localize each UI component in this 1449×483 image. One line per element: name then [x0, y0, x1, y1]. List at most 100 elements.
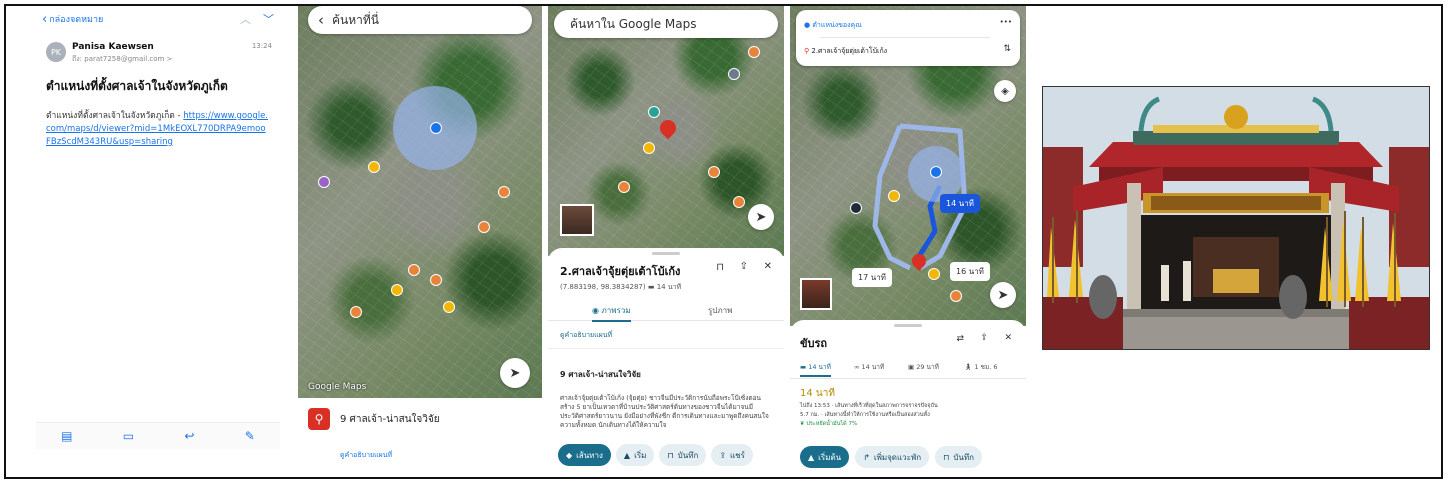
my-location-button[interactable]: ➤: [500, 358, 530, 388]
mail-subject: ตำแหน่งที่ตั้งศาลเจ้าในจังหวัดภูเก็ต: [46, 79, 228, 93]
temple-pin[interactable]: [368, 161, 380, 173]
compose-icon[interactable]: ✎: [245, 429, 255, 443]
bookmark-icon[interactable]: ⊓: [716, 262, 724, 273]
temple-pin[interactable]: [408, 264, 420, 276]
car-icon: ▬: [647, 283, 657, 291]
temple-pin[interactable]: [728, 68, 740, 80]
bookmark-icon: ⊓: [943, 452, 950, 462]
directions-button[interactable]: ◆ เส้นทาง: [558, 444, 611, 466]
temple-pin[interactable]: [391, 284, 403, 296]
map-pin-icon: ⚲: [308, 408, 330, 430]
sheet-tabs: ◉ ภาพรวม รูปภาพ: [548, 300, 784, 322]
destination-field[interactable]: ⚲ 2.ศาลเจ้าจุ้ยตุ่ยเต้าโบ้เก้ง: [804, 46, 994, 57]
close-icon[interactable]: ✕: [1004, 333, 1012, 343]
share-button[interactable]: ⇪ แชร์: [711, 444, 753, 466]
options-icon[interactable]: ⇄: [956, 334, 964, 344]
place-subtitle[interactable]: ดูคำอธิบายแผนที่: [340, 450, 392, 461]
travel-mode-tabs: ▬ 14 นาที ∞ 14 นาที ▣ 29 นาที 🚶︎ 1 ชม. 6: [790, 360, 1026, 379]
temple-pin[interactable]: [928, 268, 940, 280]
temple-pin[interactable]: [648, 106, 660, 118]
section-title: 9 ศาลเจ้า-น่าสนใจวิจัย: [560, 370, 641, 379]
recipient-line: ถึง: parat7258@gmail.com >: [72, 54, 172, 65]
route-label-alternate[interactable]: 17 นาที: [852, 268, 892, 287]
route-label-alternate[interactable]: 16 นาที: [950, 262, 990, 281]
temple-pin[interactable]: [350, 306, 362, 318]
back-chevron-icon[interactable]: ‹: [42, 12, 47, 27]
temple-pin[interactable]: [748, 46, 760, 58]
temple-pin[interactable]: [498, 186, 510, 198]
action-buttons: ▲ เริ่มต้น ↱ เพิ่มจุดแวะพัก ⊓ บันทึก: [800, 446, 982, 468]
place-list-item[interactable]: ⚲ 9 ศาลเจ้า-น่าสนใจวิจัย: [298, 402, 542, 442]
search-input[interactable]: ค้นหาที่นี่: [332, 11, 379, 30]
chevron-down-icon[interactable]: ﹀: [263, 11, 274, 27]
save-button[interactable]: ⊓ บันทึก: [659, 444, 707, 466]
origin-field[interactable]: ● ตำแหน่งของคุณ: [804, 20, 994, 31]
back-label[interactable]: กล่องจดหมาย: [49, 12, 103, 26]
screenshot-frame: ‹ กล่องจดหมาย ︿ ﹀ PK Panisa Kaewsen 13:2…: [4, 4, 1443, 479]
to-address[interactable]: parat7258@gmail.com >: [84, 55, 172, 63]
map-description-link[interactable]: ดูคำอธิบายแผนที่: [560, 330, 612, 341]
place-name: 9 ศาลเจ้า-น่าสนใจวิจัย: [340, 414, 440, 425]
temple-pin[interactable]: [443, 301, 455, 313]
sender-row: PK Panisa Kaewsen 13:24 ถึง: parat7258@g…: [46, 42, 272, 68]
share-icon: ⇪: [719, 450, 727, 460]
route-details: ไปถึง 13:53 · เส้นทางที่เร็วที่สุดในสภาพ…: [800, 402, 1014, 429]
sheet-handle[interactable]: [894, 324, 922, 327]
temple-pin[interactable]: [430, 274, 442, 286]
start-label: เริ่ม: [634, 450, 647, 460]
route-duration: 14 นาที: [800, 388, 835, 399]
sheet-title: ขับรถ: [800, 337, 828, 350]
my-location-button[interactable]: ➤: [748, 204, 774, 230]
directions-label: เส้นทาง: [576, 450, 603, 460]
more-options-icon[interactable]: •••: [1000, 18, 1012, 26]
archive-icon[interactable]: ▤: [61, 429, 72, 443]
map-search-panel: Google Maps ➤ ‹ ค้นหาที่นี่ ⚲ 9 ศาลเจ้า-…: [298, 6, 542, 477]
direction-inputs: ● ตำแหน่งของคุณ ••• ⚲ 2.ศาลเจ้าจุ้ยตุ่ยเ…: [796, 10, 1020, 66]
tab-overview[interactable]: ◉ ภาพรวม: [592, 304, 631, 322]
mail-nav-bar: ‹ กล่องจดหมาย ︿ ﹀: [42, 10, 274, 28]
mode-car-tab[interactable]: ▬ 14 นาที: [800, 362, 831, 377]
search-input[interactable]: ค้นหาใน Google Maps: [570, 15, 696, 34]
map-area[interactable]: ➤: [548, 6, 784, 256]
swap-icon[interactable]: ⇅: [1003, 44, 1011, 54]
temple-pin[interactable]: [318, 176, 330, 188]
temple-pin[interactable]: [478, 221, 490, 233]
mode-motorcycle-tab[interactable]: ∞ 14 นาที: [854, 362, 884, 372]
sheet-handle[interactable]: [652, 252, 680, 255]
mode-transit-tab[interactable]: ▣ 29 นาที: [908, 362, 939, 372]
reply-icon[interactable]: ↩: [184, 429, 194, 443]
temple-pin[interactable]: [618, 181, 630, 193]
coordinates: (7.883198, 98.3834287): [560, 283, 646, 291]
share-icon[interactable]: ⇪: [980, 333, 988, 343]
map-area[interactable]: Google Maps ➤: [298, 6, 542, 398]
temple-pin[interactable]: [850, 202, 862, 214]
close-icon[interactable]: ✕: [764, 261, 772, 272]
start-button[interactable]: ▲ เริ่ม: [615, 444, 655, 466]
my-location-button[interactable]: ➤: [990, 282, 1016, 308]
tab-photos[interactable]: รูปภาพ: [708, 304, 732, 317]
layers-button[interactable]: ◈: [994, 80, 1016, 102]
selected-place-pin[interactable]: [656, 116, 680, 140]
chevron-up-icon[interactable]: ︿: [240, 11, 251, 27]
folder-icon[interactable]: ▭: [123, 429, 134, 443]
save-button[interactable]: ⊓ บันทึก: [935, 446, 982, 468]
place-thumbnail[interactable]: [800, 278, 832, 310]
add-stop-label: เพิ่มจุดแวะพัก: [873, 452, 922, 462]
add-stop-button[interactable]: ↱ เพิ่มจุดแวะพัก: [855, 446, 930, 468]
map-search-bar[interactable]: ‹ ค้นหาที่นี่: [308, 6, 532, 34]
temple-pin[interactable]: [708, 166, 720, 178]
map-search-bar[interactable]: ค้นหาใน Google Maps: [554, 10, 778, 38]
temple-pin[interactable]: [888, 190, 900, 202]
temple-pin[interactable]: [733, 196, 745, 208]
share-icon[interactable]: ⇪: [740, 261, 748, 272]
body-text: ตำแหน่งที่ตั้งศาลเจ้าในจังหวัดภูเก็ต -: [46, 111, 181, 121]
route-label-primary[interactable]: 14 นาที: [940, 194, 980, 213]
place-thumbnail[interactable]: [560, 204, 594, 236]
tab-overview-label: ภาพรวม: [601, 306, 631, 315]
temple-pin[interactable]: [643, 142, 655, 154]
place-detail-panel: ➤ ค้นหาใน Google Maps 2.ศาลเจ้าจุ้ยตุ่ยเ…: [548, 6, 784, 477]
start-navigation-button[interactable]: ▲ เริ่มต้น: [800, 446, 850, 468]
back-chevron-icon[interactable]: ‹: [318, 11, 324, 29]
temple-pin[interactable]: [950, 290, 962, 302]
mode-walk-tab[interactable]: 🚶︎ 1 ชม. 6: [964, 362, 998, 372]
